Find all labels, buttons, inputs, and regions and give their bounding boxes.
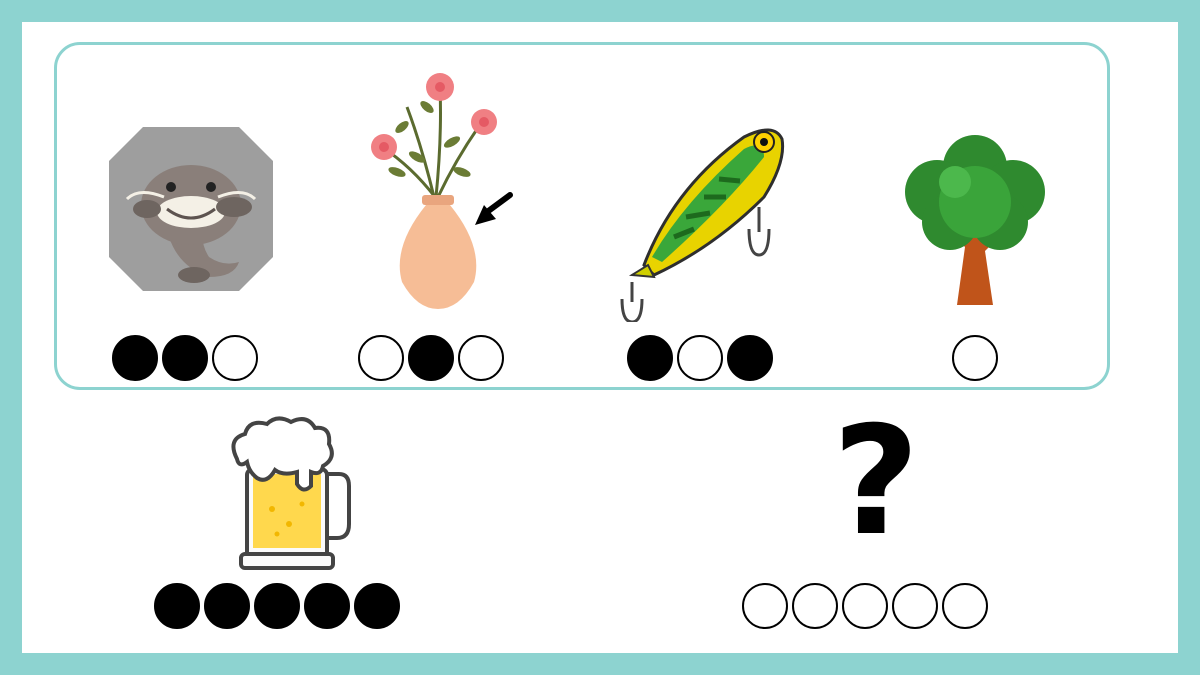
dot-filled — [254, 583, 300, 629]
beer-mug-icon — [231, 416, 351, 570]
dot-filled — [112, 335, 158, 381]
hint-1-dots — [112, 335, 258, 381]
hint-4-dots — [952, 335, 998, 381]
answer-slot[interactable] — [792, 583, 838, 629]
dot-empty — [458, 335, 504, 381]
answer-slot[interactable] — [742, 583, 788, 629]
answer-dots[interactable] — [742, 583, 988, 629]
dot-filled — [354, 583, 400, 629]
catfish-icon — [109, 127, 273, 291]
hint-2-dots — [358, 335, 504, 381]
dot-empty — [952, 335, 998, 381]
dot-filled — [408, 335, 454, 381]
answer-slot[interactable] — [892, 583, 938, 629]
dot-filled — [154, 583, 200, 629]
fishing-lure-icon — [620, 128, 785, 322]
dot-filled — [304, 583, 350, 629]
hint-3-dots — [627, 335, 773, 381]
dot-filled — [627, 335, 673, 381]
dot-empty — [677, 335, 723, 381]
tree-icon — [905, 135, 1045, 305]
vase-with-flowers-icon — [371, 73, 513, 309]
dot-filled — [162, 335, 208, 381]
dot-empty — [212, 335, 258, 381]
answer-slot[interactable] — [942, 583, 988, 629]
dot-filled — [727, 335, 773, 381]
dot-filled — [204, 583, 250, 629]
dot-empty — [358, 335, 404, 381]
answer-slot[interactable] — [842, 583, 888, 629]
question-mark: ? — [832, 395, 920, 569]
example-dots — [154, 583, 400, 629]
puzzle-card: ? — [22, 22, 1178, 653]
